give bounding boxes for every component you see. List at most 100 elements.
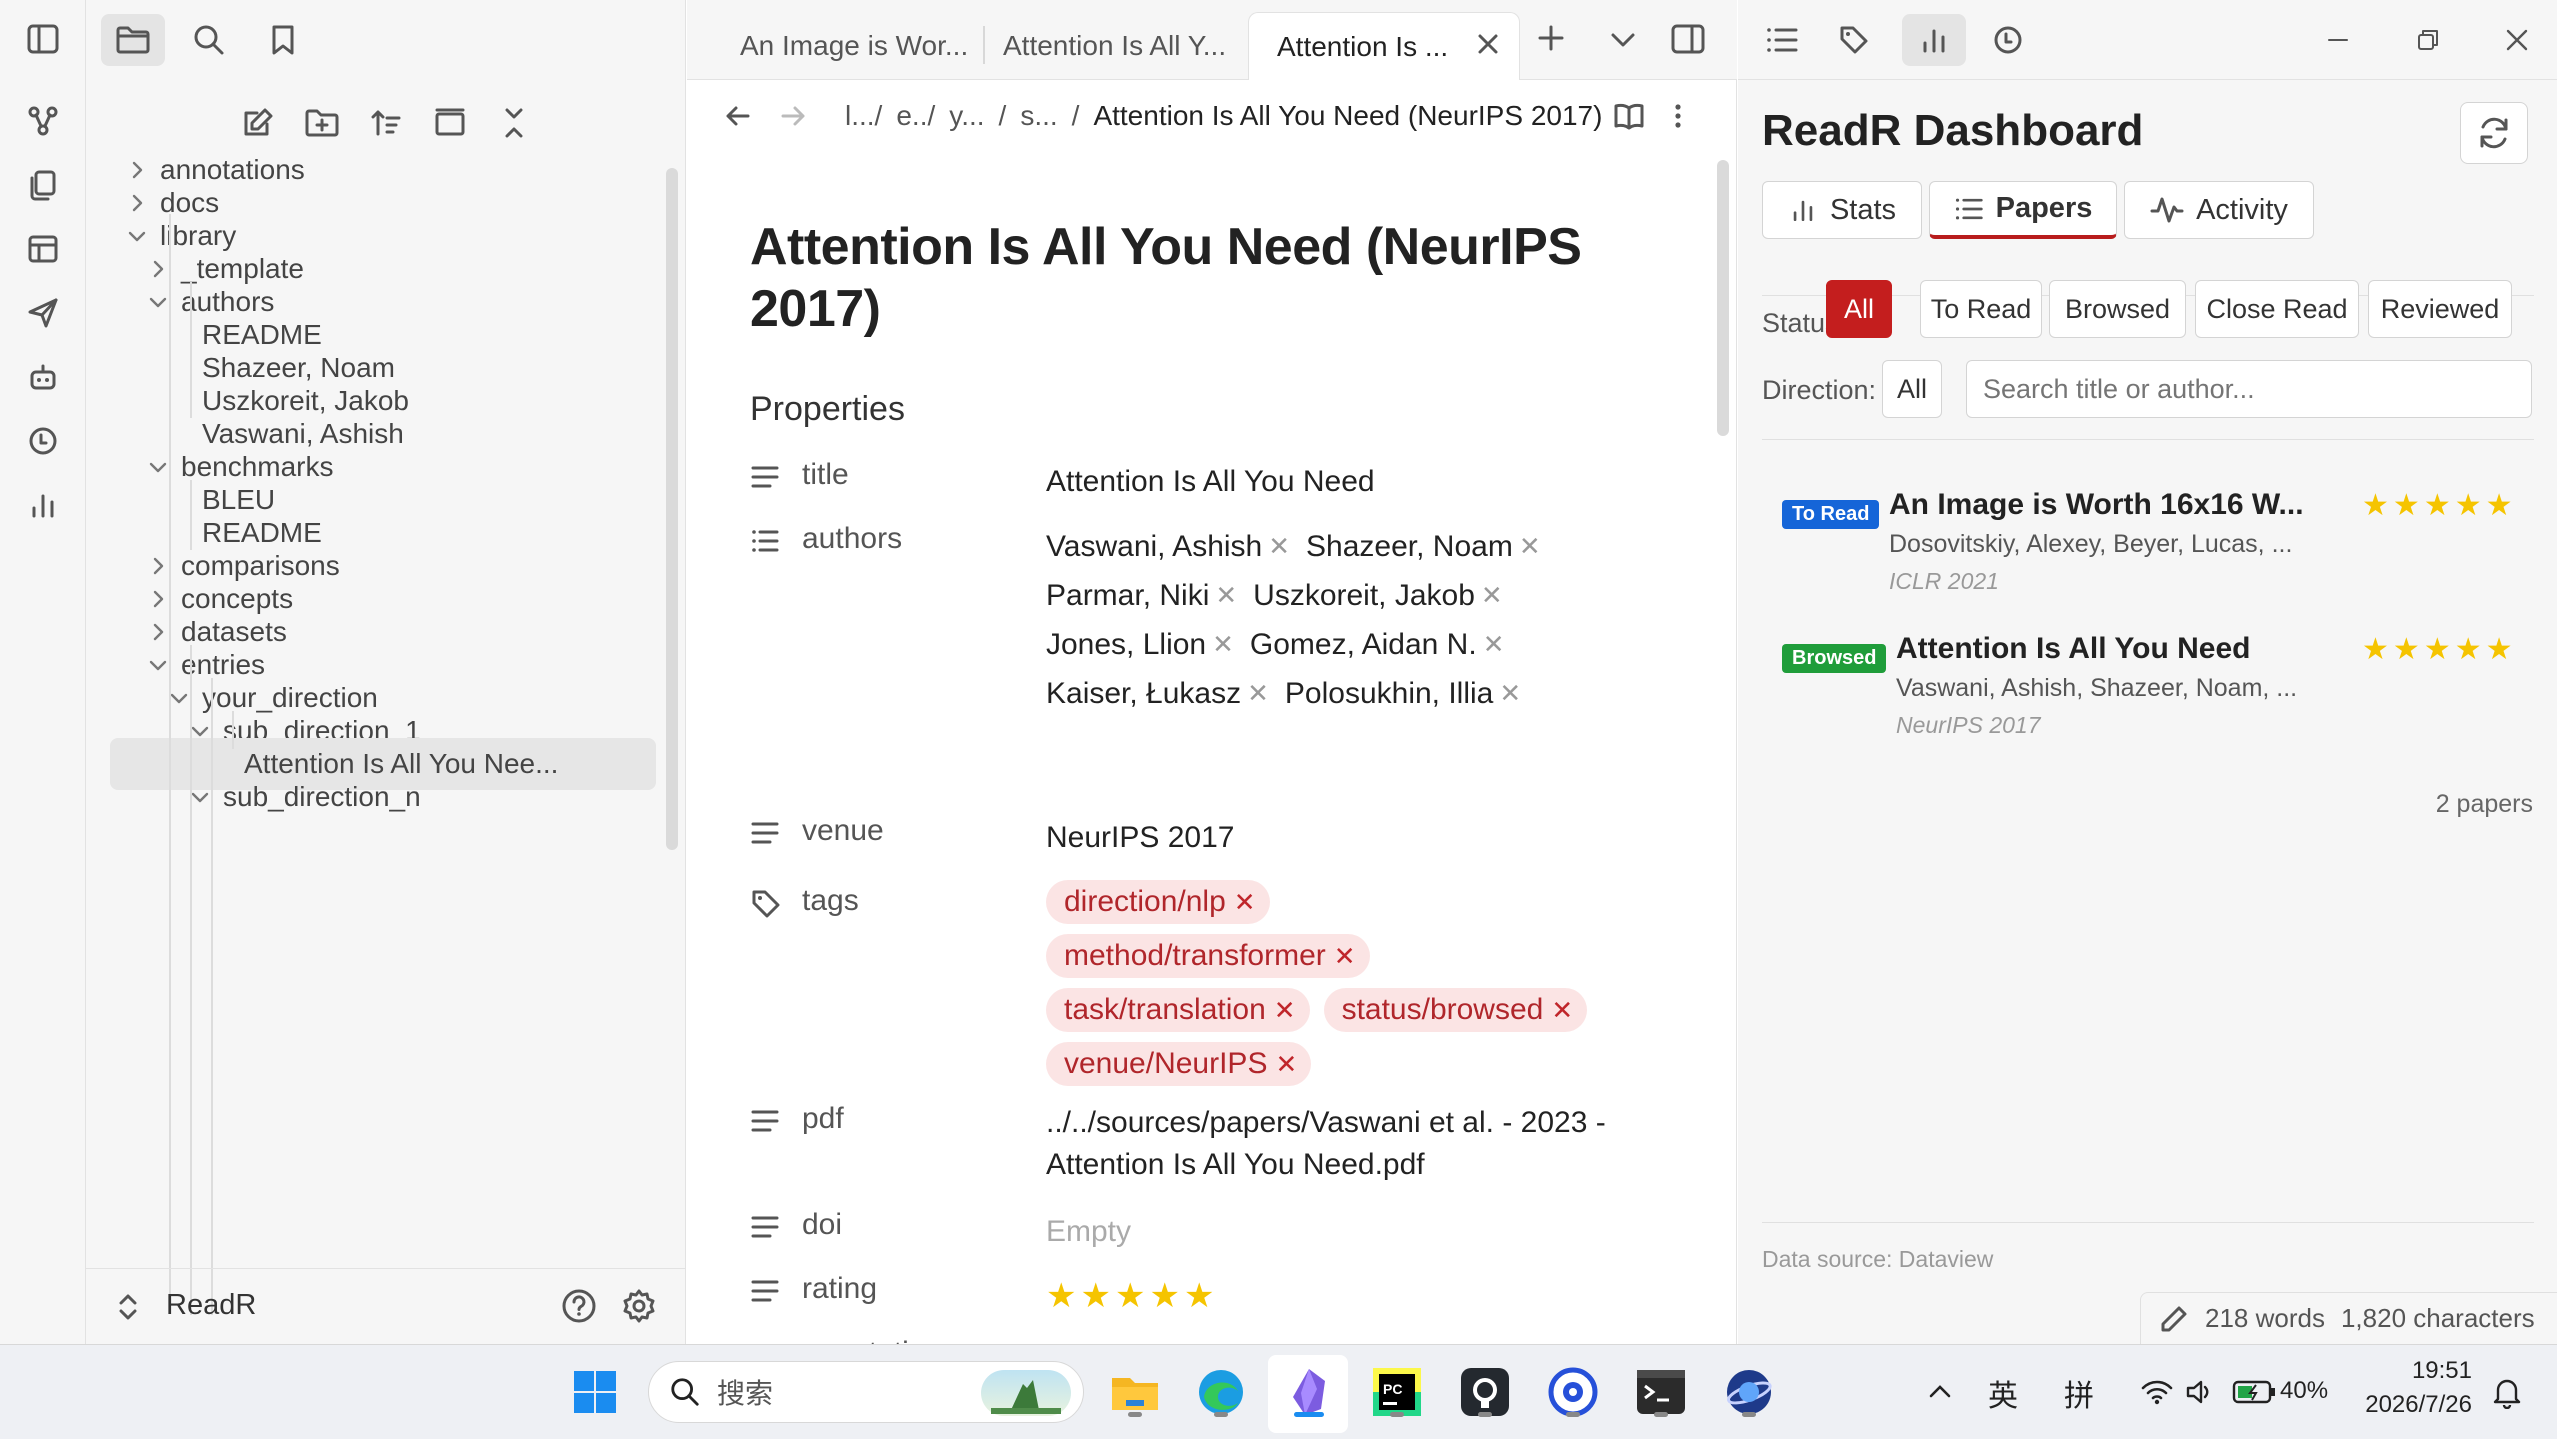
forward-arrow-icon[interactable] [777, 100, 809, 132]
author-pill[interactable]: Polosukhin, Illia ✕ [1285, 669, 1521, 718]
property-key[interactable]: pdf [802, 1102, 844, 1136]
tab-papers[interactable]: Papers [1929, 181, 2117, 239]
status-filter-chip[interactable]: All [1826, 280, 1892, 338]
note-title[interactable]: Attention Is All You Need (NeurIPS 2017) [750, 216, 1650, 340]
properties-heading[interactable]: Properties [750, 390, 905, 429]
planet-app-icon[interactable] [1720, 1363, 1778, 1421]
star-icon[interactable]: ★ [1080, 1277, 1114, 1315]
tag-pill[interactable]: method/transformer ✕ [1046, 934, 1370, 978]
outline-list-icon[interactable] [1750, 14, 1814, 66]
remove-author-icon[interactable]: ✕ [1519, 522, 1541, 571]
dashboard-chart-icon[interactable] [1902, 14, 1966, 66]
pycharm-app-icon[interactable]: PC [1368, 1363, 1426, 1421]
reading-view-book-icon[interactable] [1612, 100, 1646, 132]
bookmark-icon[interactable] [251, 14, 315, 66]
graph-view-icon[interactable] [18, 96, 68, 146]
property-key[interactable]: rating [802, 1272, 877, 1306]
breadcrumb-part[interactable]: e../ [896, 100, 935, 132]
tab-list-chevron-down-icon[interactable] [1607, 24, 1639, 56]
sort-icon[interactable] [361, 98, 411, 148]
paper-title[interactable]: Attention Is All You Need [1896, 632, 2250, 666]
tags-pane-icon[interactable] [1822, 14, 1886, 66]
notification-bell-icon[interactable] [2490, 1375, 2524, 1409]
chevron-down-icon[interactable] [189, 786, 223, 808]
canvas-icon[interactable] [18, 224, 68, 274]
restore-window-icon[interactable] [2383, 0, 2473, 80]
more-options-icon[interactable] [1672, 100, 1684, 132]
remove-author-icon[interactable]: ✕ [1212, 620, 1234, 669]
clock-date[interactable]: 2026/7/26 [2352, 1391, 2472, 1419]
property-key[interactable]: annotation [802, 1336, 942, 1344]
status-filter-chip[interactable]: Reviewed [2368, 280, 2512, 338]
ime-mode[interactable]: 拼 [2064, 1371, 2094, 1415]
remove-author-icon[interactable]: ✕ [1499, 669, 1521, 718]
vault-name[interactable]: ReadR [166, 1289, 256, 1322]
property-value[interactable]: Empty [1046, 1336, 1710, 1344]
remove-author-icon[interactable]: ✕ [1247, 669, 1269, 718]
remove-tag-icon[interactable]: ✕ [1334, 934, 1356, 978]
new-note-icon[interactable] [233, 98, 283, 148]
edge-browser-icon[interactable] [1192, 1363, 1250, 1421]
battery-icon[interactable] [2232, 1379, 2276, 1405]
property-value[interactable]: Empty [1046, 1208, 1710, 1256]
back-arrow-icon[interactable] [722, 100, 754, 132]
star-icon[interactable]: ★ [1046, 1277, 1080, 1315]
stats-icon[interactable] [18, 480, 68, 530]
author-pill[interactable]: Vaswani, Ashish ✕ [1046, 522, 1290, 571]
direction-select[interactable]: All [1882, 360, 1942, 418]
remove-tag-icon[interactable]: ✕ [1551, 988, 1573, 1032]
property-key[interactable]: title [802, 458, 849, 492]
remove-author-icon[interactable]: ✕ [1481, 571, 1503, 620]
send-icon[interactable] [18, 288, 68, 338]
remove-author-icon[interactable]: ✕ [1215, 571, 1237, 620]
wifi-icon[interactable] [2140, 1377, 2174, 1407]
star-icon[interactable]: ★ [1115, 1277, 1149, 1315]
author-pill[interactable]: Jones, Llion ✕ [1046, 620, 1234, 669]
terminal-app-icon[interactable] [1632, 1363, 1690, 1421]
tab-activity[interactable]: Activity [2124, 181, 2314, 239]
paper-search-input[interactable] [1966, 360, 2532, 418]
remove-author-icon[interactable]: ✕ [1483, 620, 1505, 669]
copy-icon[interactable] [18, 160, 68, 210]
property-key[interactable]: authors [802, 522, 902, 556]
close-window-icon[interactable] [2472, 0, 2557, 80]
tag-pill[interactable]: venue/NeurIPS ✕ [1046, 1042, 1312, 1086]
tray-overflow-chevron-up-icon[interactable] [1926, 1377, 1954, 1405]
property-key[interactable]: tags [802, 884, 859, 918]
vault-switcher-icon[interactable] [116, 1291, 140, 1323]
explorer-scrollbar[interactable] [666, 168, 678, 850]
pdf-path[interactable]: ../../sources/papers/Vaswani et al. - 20… [1046, 1102, 1710, 1186]
obsidian-app-icon[interactable] [1280, 1363, 1338, 1421]
new-folder-icon[interactable] [297, 98, 347, 148]
author-pill[interactable]: Kaiser, Łukasz ✕ [1046, 669, 1269, 718]
star-icon[interactable]: ★ [1184, 1277, 1218, 1315]
minimize-window-icon[interactable] [2293, 0, 2383, 80]
star-icon[interactable]: ★ [1149, 1277, 1183, 1315]
collapse-all-icon[interactable] [489, 98, 539, 148]
property-value[interactable]: NeurIPS 2017 [1046, 814, 1710, 862]
new-tab-icon[interactable] [1535, 22, 1567, 54]
property-key[interactable]: venue [802, 814, 884, 848]
author-pill[interactable]: Parmar, Niki ✕ [1046, 571, 1237, 620]
remove-author-icon[interactable]: ✕ [1268, 522, 1290, 571]
file-explorer-app-icon[interactable] [1106, 1363, 1164, 1421]
windows-start-icon[interactable] [566, 1363, 624, 1421]
volume-speaker-icon[interactable] [2184, 1377, 2214, 1407]
tag-pill[interactable]: task/translation ✕ [1046, 988, 1310, 1032]
editor-scrollbar[interactable] [1717, 160, 1729, 436]
status-filter-chip[interactable]: Browsed [2049, 280, 2186, 338]
remove-tag-icon[interactable]: ✕ [1234, 880, 1256, 924]
ime-language[interactable]: 英 [1988, 1371, 2018, 1415]
refresh-button[interactable] [2460, 102, 2528, 164]
author-pill[interactable]: Uszkoreit, Jakob ✕ [1253, 571, 1503, 620]
clash-app-icon[interactable] [1544, 1363, 1602, 1421]
breadcrumb-part[interactable]: y... [949, 100, 984, 132]
status-filter-chip[interactable]: Close Read [2195, 280, 2359, 338]
search-icon[interactable] [177, 14, 241, 66]
rating-stars[interactable]: ★★★★★ [1046, 1272, 1710, 1320]
paper-rating-stars[interactable]: ★★★★★ [2362, 632, 2517, 667]
help-icon[interactable] [560, 1287, 598, 1325]
remove-tag-icon[interactable]: ✕ [1275, 1042, 1297, 1086]
property-value[interactable]: Attention Is All You Need [1046, 458, 1710, 506]
tag-pill[interactable]: status/browsed ✕ [1323, 988, 1588, 1032]
